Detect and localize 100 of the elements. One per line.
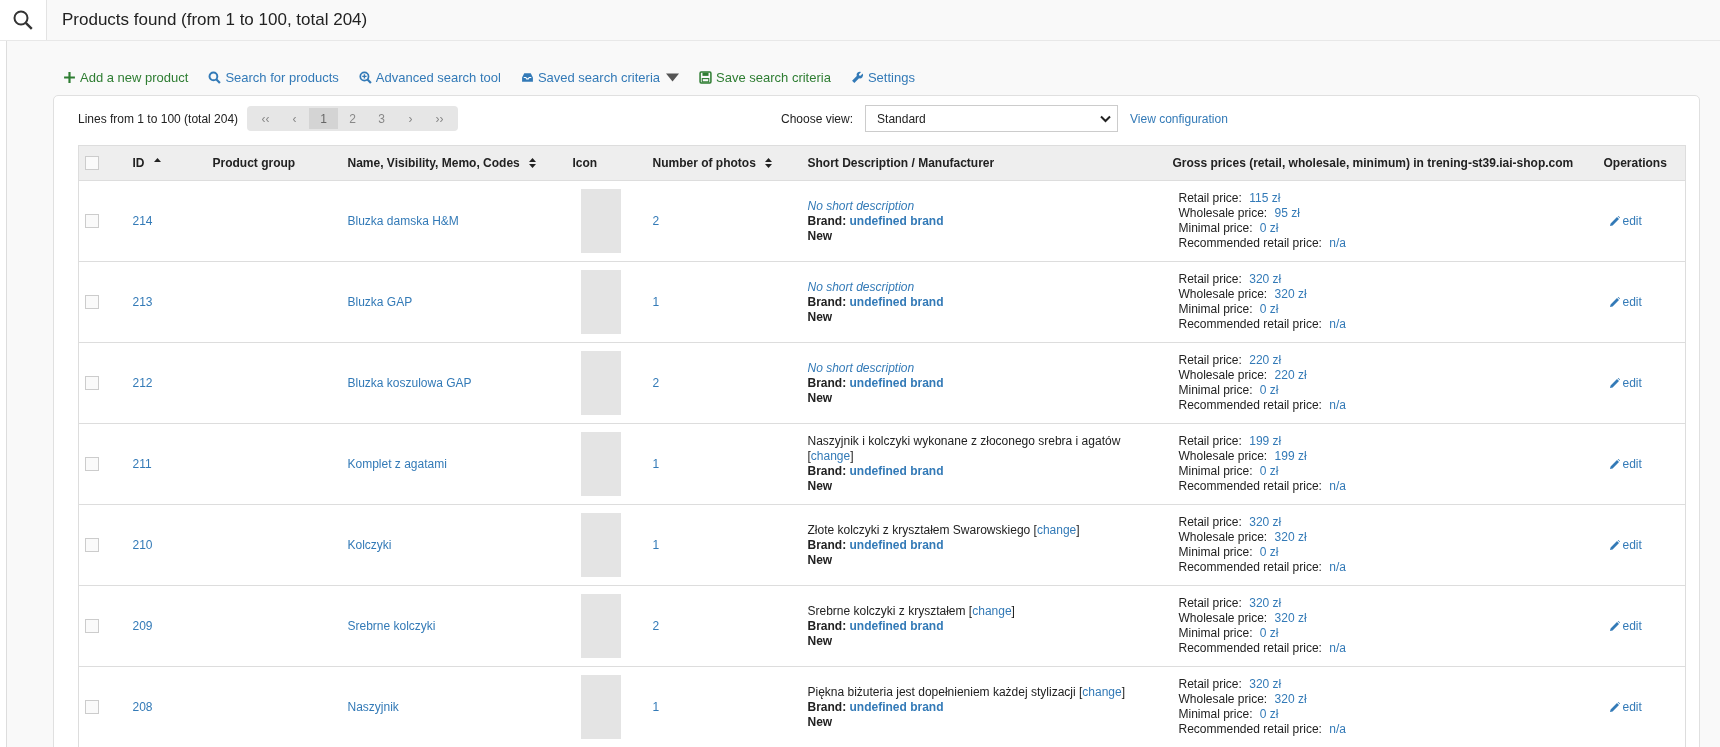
product-name-link[interactable]: Bluzka damska H&M [347,214,459,228]
product-name-link[interactable]: Bluzka koszulowa GAP [347,376,472,390]
pencil-icon [1609,458,1620,469]
price-label: Retail price: [1178,191,1242,205]
brand-label: Brand: [807,213,847,228]
select-all-checkbox[interactable] [85,156,99,170]
toolbar-link[interactable]: Search for products [208,69,339,85]
price-label: Wholesale price: [1178,692,1268,706]
page-button[interactable]: 2 [338,108,367,129]
column-header[interactable]: ID [132,156,162,170]
product-name-link[interactable]: Komplet z agatami [347,457,447,471]
page-button[interactable]: › [396,108,425,129]
photo-placeholder [580,513,621,577]
edit-link[interactable]: edit [1609,456,1642,471]
brand-link[interactable]: undefined brand [849,699,944,714]
pencil-icon [1609,620,1620,631]
price-value: 0 zł [1259,707,1279,721]
edit-link[interactable]: edit [1609,213,1642,228]
brand-link[interactable]: undefined brand [849,618,944,633]
photo-count-link[interactable]: 1 [652,700,660,714]
brand-link[interactable]: undefined brand [849,464,944,478]
pencil-icon [1609,296,1620,307]
edit-link[interactable]: edit [1609,375,1642,390]
photo-count-link[interactable]: 2 [652,376,660,390]
change-link[interactable]: change [972,603,1012,618]
price-value: 0 zł [1259,464,1279,478]
photo-count-link[interactable]: 2 [652,214,660,228]
product-id-link[interactable]: 208 [132,700,153,714]
column-header: Gross prices (retail, wholesale, minimum) in trening-st39.iai-shop.com [1172,156,1574,170]
row-checkbox[interactable] [85,700,99,714]
toolbar-link[interactable]: Saved search criteria [520,69,679,85]
photo-count-link[interactable]: 2 [652,619,660,633]
product-id-link[interactable]: 212 [132,376,153,390]
product-name-link[interactable]: Bluzka GAP [347,295,413,309]
photo-count-link[interactable]: 1 [652,538,660,552]
price-value: n/a [1329,641,1346,655]
edit-link[interactable]: edit [1609,537,1642,552]
sort-icon[interactable] [763,157,773,169]
price-label: Minimal price: [1178,545,1253,559]
row-checkbox[interactable] [85,538,99,552]
change-link[interactable]: change [1082,684,1122,699]
view-configuration-link[interactable]: View configuration [1130,111,1228,126]
pencil-icon [1609,377,1620,388]
product-id-link[interactable]: 213 [132,295,153,309]
price-value: 0 zł [1259,302,1279,316]
brand-link[interactable]: undefined brand [849,375,944,390]
price-value: 220 zł [1274,368,1307,382]
page-button[interactable]: ‹ [280,108,309,129]
price-value: 0 zł [1259,383,1279,397]
page-button[interactable]: 3 [367,108,396,129]
toolbar-link[interactable]: Save search criteria [699,69,831,85]
product-name-link[interactable]: Kolczyki [347,538,392,552]
brand-link[interactable]: undefined brand [849,537,944,552]
product-id-link[interactable]: 209 [132,619,153,633]
brand-link[interactable]: undefined brand [849,213,944,228]
settings-icon [850,70,864,84]
toolbar-link[interactable]: Settings [850,69,915,85]
search-button[interactable] [0,0,47,40]
edit-link[interactable]: edit [1609,294,1642,309]
column-header: Icon [572,156,598,170]
row-checkbox[interactable] [85,376,99,390]
product-id-link[interactable]: 210 [132,538,153,552]
product-name-link[interactable]: Srebrne kolczyki [347,619,436,633]
photo-count-link[interactable]: 1 [652,457,660,471]
row-checkbox[interactable] [85,457,99,471]
row-checkbox[interactable] [85,295,99,309]
price-value: 320 zł [1249,596,1282,610]
no-description-text: No short description [807,198,916,214]
page-button[interactable]: ‹‹ [251,108,280,129]
price-label: Wholesale price: [1178,449,1268,463]
page-button[interactable]: 1 [309,108,338,129]
product-id-link[interactable]: 211 [132,457,152,471]
price-value: 320 zł [1249,677,1282,691]
edit-link[interactable]: edit [1609,699,1642,714]
sort-icon[interactable] [527,157,537,169]
description-text: Piękna biżuteria jest dopełnieniem każdej stylizacji [change] [807,684,1127,700]
price-label: Retail price: [1178,272,1242,286]
price-label: Minimal price: [1178,221,1253,235]
row-checkbox[interactable] [85,214,99,228]
price-value: 199 zł [1249,434,1282,448]
page-button[interactable]: ›› [425,108,454,129]
photo-count-link[interactable]: 1 [652,295,660,309]
choose-view-label: Choose view: [781,111,854,126]
brand-link[interactable]: undefined brand [849,294,944,309]
product-id-link[interactable]: 214 [132,214,153,228]
price-label: Wholesale price: [1178,368,1268,382]
toolbar-link[interactable]: Advanced search tool [358,69,501,85]
edit-link[interactable]: edit [1609,618,1642,633]
row-checkbox[interactable] [85,619,99,633]
toolbar-link[interactable]: Add a new product [63,69,189,85]
page-title: Products found (from 1 to 100, total 204) [61,9,368,31]
column-header: Operations [1603,156,1667,170]
view-select[interactable]: Standard [865,105,1119,132]
price-label: Minimal price: [1178,707,1253,721]
caret-icon [666,70,679,84]
search-icon [208,70,222,84]
price-value: 199 zł [1274,449,1307,463]
product-name-link[interactable]: Naszyjnik [347,700,399,714]
condition-text: New [807,309,834,325]
brand-label: Brand: [807,618,847,633]
